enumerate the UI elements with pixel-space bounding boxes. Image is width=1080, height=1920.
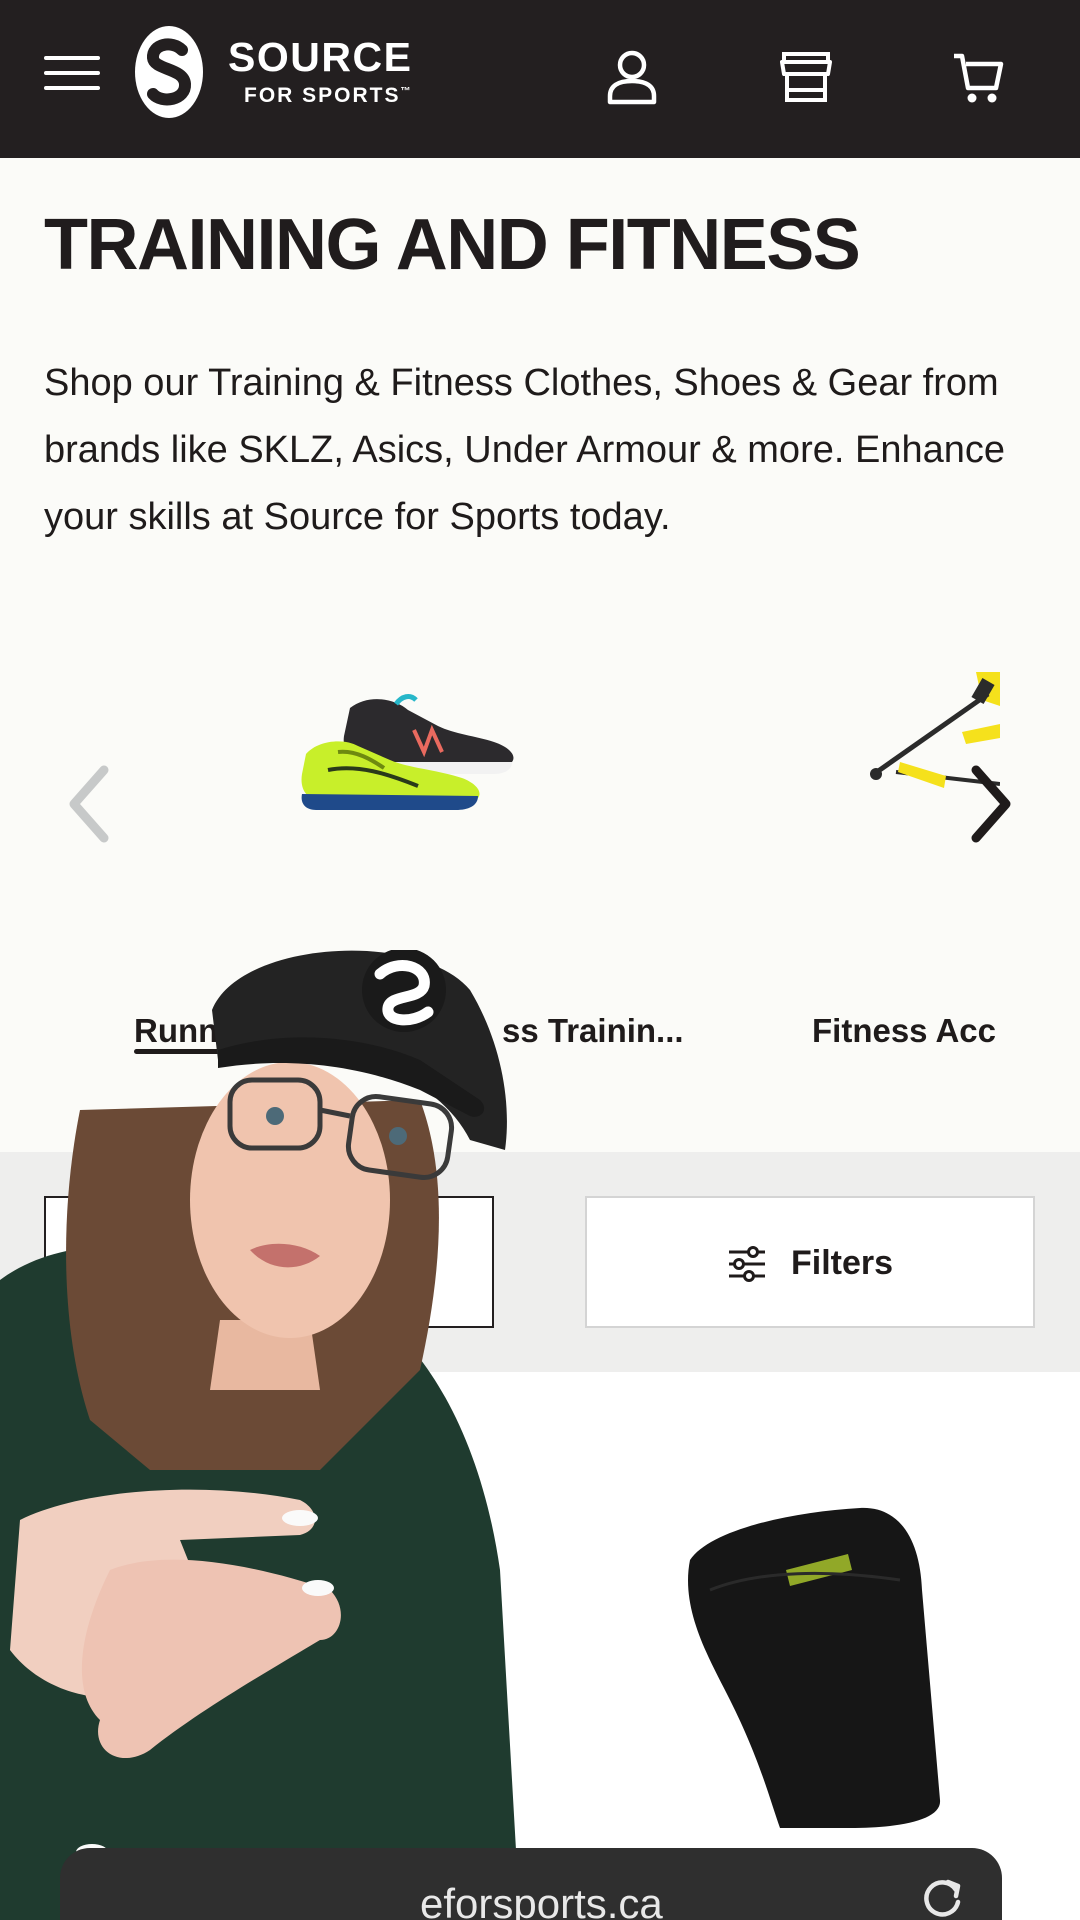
chevron-right-icon[interactable] <box>966 764 1016 844</box>
browser-url-text[interactable]: eforsports.ca <box>420 1880 663 1920</box>
logo-line2: FOR SPORTS™ <box>244 84 413 107</box>
logo-s-icon <box>135 26 203 118</box>
logo-line1: SOURCE <box>228 34 413 80</box>
category-fitness-accessories[interactable]: Fitness Acc <box>812 1012 996 1050</box>
knee-sleeve-product-image[interactable] <box>670 1500 950 1830</box>
menu-icon[interactable] <box>44 56 100 92</box>
site-header: SOURCE FOR SPORTS™ <box>0 0 1080 158</box>
cart-icon[interactable] <box>952 48 1004 106</box>
site-logo[interactable]: SOURCE FOR SPORTS™ <box>134 24 414 120</box>
reload-icon[interactable] <box>918 1872 966 1920</box>
store-icon[interactable] <box>778 48 834 106</box>
filters-button[interactable]: Filters <box>585 1196 1035 1328</box>
sliders-icon <box>729 1246 765 1282</box>
account-icon[interactable] <box>604 48 660 106</box>
presenter-video-overlay <box>0 950 520 1920</box>
chevron-left-icon[interactable] <box>64 764 114 844</box>
category-fitness-training[interactable]: ss Trainin... <box>502 1012 684 1050</box>
running-shoes-image[interactable] <box>298 690 522 816</box>
page-description: Shop our Training & Fitness Clothes, Sho… <box>44 362 1005 538</box>
page-title: TRAINING AND FITNESS <box>44 205 861 285</box>
filters-label: Filters <box>791 1244 894 1282</box>
